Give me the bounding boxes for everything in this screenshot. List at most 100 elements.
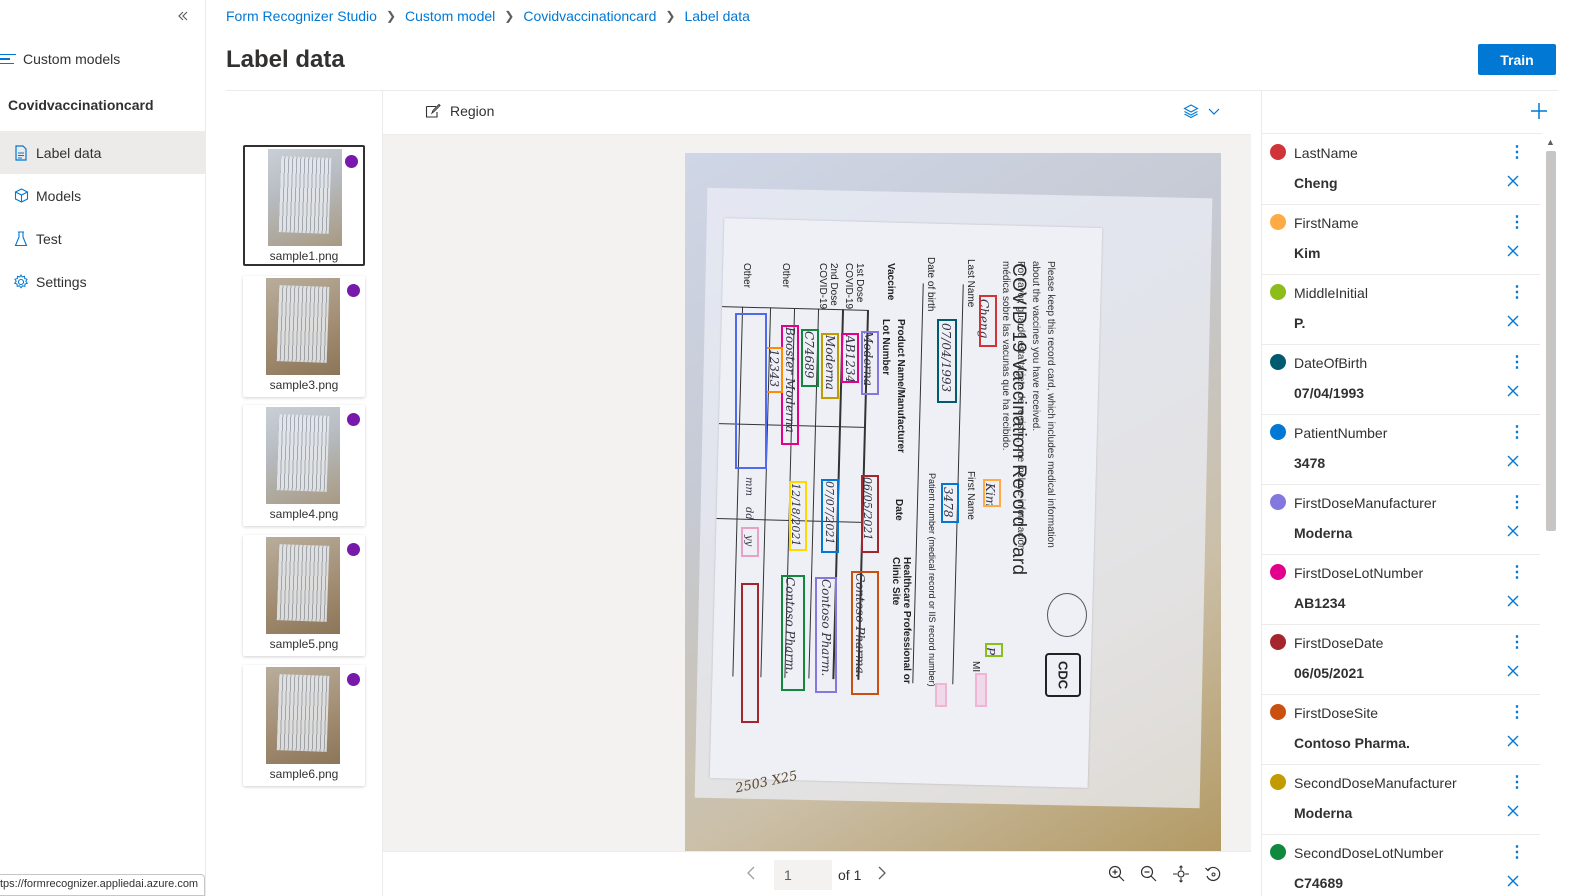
breadcrumb-custom-model[interactable]: Custom model [405,8,495,24]
label-box-dose2-date[interactable] [821,479,839,553]
field-item[interactable]: FirstDoseLotNumber ⋮ AB1234 [1262,555,1540,625]
chevron-right-icon [878,866,886,880]
document-canvas[interactable]: COVID-19 Vaccination Record Card Please … [383,135,1251,851]
label-box-other2[interactable] [741,583,759,723]
clear-value-button[interactable] [1507,871,1519,892]
field-color-dot [1270,844,1286,860]
more-options-button[interactable]: ⋮ [1509,632,1525,652]
label-box-last-name[interactable] [979,295,997,347]
label-box-other[interactable] [735,313,767,469]
more-options-button[interactable]: ⋮ [1509,492,1525,512]
more-options-button[interactable]: ⋮ [1509,842,1525,862]
more-options-button[interactable]: ⋮ [1509,142,1525,162]
more-options-button[interactable]: ⋮ [1509,282,1525,302]
label-box-dose1-lot[interactable] [841,333,859,383]
breadcrumb-label-data[interactable]: Label data [684,8,749,24]
more-options-button[interactable]: ⋮ [1509,352,1525,372]
clear-value-button[interactable] [1507,171,1519,192]
label-box-patient-extra[interactable] [935,683,947,707]
label-box-mi-extra[interactable] [975,673,987,707]
labeled-status-dot [347,413,360,426]
nav-item-settings[interactable]: Settings [0,260,205,303]
breadcrumb-project[interactable]: Covidvaccinationcard [523,8,656,24]
more-options-button[interactable]: ⋮ [1509,702,1525,722]
thumbnail-item[interactable]: sample6.png [243,665,365,786]
clear-value-button[interactable] [1507,591,1519,612]
scrollbar-thumb[interactable] [1546,151,1556,531]
layers-dropdown[interactable] [1183,103,1221,119]
label-box-dose1-site[interactable] [851,571,879,695]
more-options-button[interactable]: ⋮ [1509,422,1525,442]
label-box-dose2-manufacturer[interactable] [821,333,839,399]
thumbnail-name: sample6.png [269,767,339,781]
label-box-other-date[interactable] [741,527,759,557]
field-item[interactable]: PatientNumber ⋮ 3478 [1262,415,1540,485]
field-value: Moderna [1294,525,1353,541]
region-button[interactable]: Region [425,103,494,119]
field-item[interactable]: SecondDoseLotNumber ⋮ C74689 [1262,835,1540,896]
close-icon [1507,385,1519,397]
clear-value-button[interactable] [1507,661,1519,682]
rotate-button[interactable] [1204,865,1224,885]
field-item[interactable]: DateOfBirth ⋮ 07/04/1993 [1262,345,1540,415]
thumbnail-item[interactable]: sample5.png [243,535,365,656]
label-box-patient-number[interactable] [941,483,959,523]
nav-item-models[interactable]: Models [0,174,205,217]
clear-value-button[interactable] [1507,801,1519,822]
field-value: AB1234 [1294,595,1346,611]
clear-value-button[interactable] [1507,311,1519,332]
field-item[interactable]: FirstDoseSite ⋮ Contoso Pharma. [1262,695,1540,765]
label-box-booster[interactable] [781,325,799,445]
thumbnail-item[interactable]: sample3.png [243,276,365,397]
custom-models-link[interactable]: Custom models [0,48,120,70]
fit-page-button[interactable] [1172,865,1192,885]
nav-item-label-data[interactable]: Label data [0,131,205,174]
label-box-first-name[interactable] [983,479,1001,507]
label-box-dose2-lot[interactable] [801,329,819,387]
field-color-dot [1270,564,1286,580]
zoom-in-button[interactable] [1108,865,1128,885]
field-item[interactable]: FirstName ⋮ Kim [1262,205,1540,275]
label-box-booster-lot[interactable] [765,347,783,393]
more-options-button[interactable]: ⋮ [1509,772,1525,792]
clear-value-button[interactable] [1507,451,1519,472]
label-box-dob[interactable] [937,319,957,403]
collapse-nav-button[interactable] [173,6,193,26]
field-item[interactable]: FirstDoseManufacturer ⋮ Moderna [1262,485,1540,555]
field-item[interactable]: LastName ⋮ Cheng [1262,135,1540,205]
thumbnail-item[interactable]: sample1.png [243,145,365,266]
card-subtitle: Please keep this record card, which incl… [1045,261,1056,548]
clear-value-button[interactable] [1507,381,1519,402]
previous-page-button[interactable] [745,865,757,886]
label-box-dose2-site[interactable] [815,577,837,693]
add-field-button[interactable] [1530,101,1548,125]
field-item[interactable]: FirstDoseDate ⋮ 06/05/2021 [1262,625,1540,695]
thumbnail-item[interactable]: sample4.png [243,405,365,526]
label-box-booster-site[interactable] [781,575,805,691]
label-box-dose1-date[interactable] [861,475,879,553]
field-value: C74689 [1294,875,1344,891]
nav-item-test[interactable]: Test [0,217,205,260]
label-box-middle-initial[interactable] [985,643,1003,657]
zoom-out-button[interactable] [1140,865,1160,885]
more-options-button[interactable]: ⋮ [1509,212,1525,232]
next-page-button[interactable] [876,865,888,886]
label-box-booster-date[interactable] [789,481,807,551]
document-icon [13,144,29,161]
label-box-dose1-manufacturer[interactable] [861,331,879,395]
field-color-dot [1270,704,1286,720]
field-item[interactable]: SecondDoseManufacturer ⋮ Moderna [1262,765,1540,835]
chevron-left-icon [747,866,755,880]
fields-scrollbar[interactable]: ▲ [1543,135,1557,896]
train-button[interactable]: Train [1478,44,1556,75]
clear-value-button[interactable] [1507,521,1519,542]
column-lot: Lot Number [880,319,891,376]
close-icon [1507,665,1519,677]
clear-value-button[interactable] [1507,241,1519,262]
field-item[interactable]: MiddleInitial ⋮ P. [1262,275,1540,345]
field-name: FirstDoseLotNumber [1294,565,1424,581]
breadcrumb-studio[interactable]: Form Recognizer Studio [226,8,377,24]
more-options-button[interactable]: ⋮ [1509,562,1525,582]
page-number-input[interactable] [774,860,832,890]
clear-value-button[interactable] [1507,731,1519,752]
